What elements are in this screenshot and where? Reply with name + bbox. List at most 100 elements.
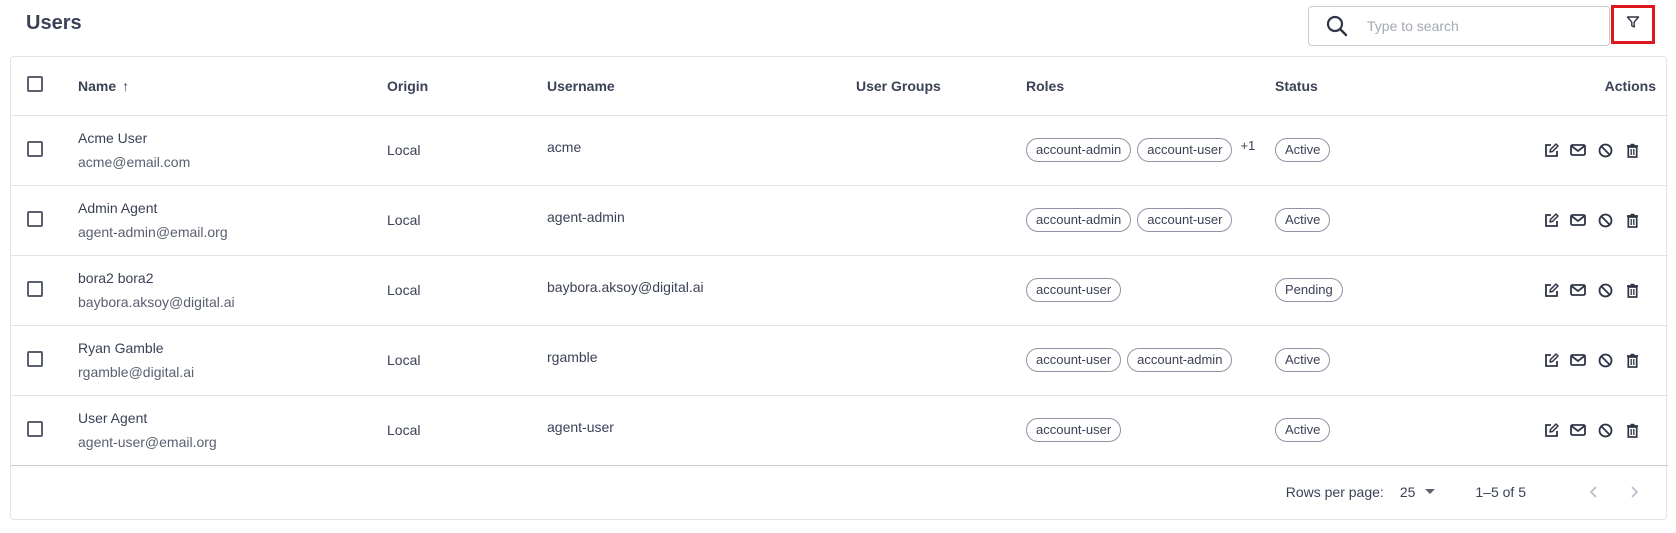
status-badge: Active: [1275, 138, 1331, 162]
rows-per-page-select[interactable]: 25: [1400, 484, 1436, 500]
edit-icon[interactable]: [1543, 422, 1559, 438]
table-row[interactable]: bora2 bora2 baybora.aksoy@digital.ai Loc…: [11, 255, 1668, 326]
user-username: agent-admin: [547, 209, 625, 225]
rows-per-page-value: 25: [1399, 483, 1416, 500]
status-badge: Pending: [1275, 278, 1343, 302]
column-header-user-groups: User Groups: [856, 57, 1026, 116]
table-row[interactable]: Acme User acme@email.com Local acme acco…: [11, 115, 1668, 186]
block-icon[interactable]: [1597, 212, 1613, 228]
role-chip: account-user: [1026, 348, 1122, 372]
user-email: agent-admin@email.org: [78, 224, 228, 240]
user-groups: [856, 185, 1026, 256]
search-box[interactable]: [1308, 6, 1610, 46]
user-email: agent-user@email.org: [78, 434, 217, 450]
delete-icon[interactable]: [1624, 422, 1640, 438]
role-chip: account-admin: [1026, 138, 1132, 162]
status-badge: Active: [1275, 418, 1331, 442]
user-groups: [856, 325, 1026, 396]
role-chip: account-admin: [1127, 348, 1233, 372]
edit-icon[interactable]: [1543, 212, 1559, 228]
user-name: User Agent: [78, 410, 148, 426]
users-table: Name ↑ Origin Username User Groups Roles …: [11, 57, 1668, 466]
mail-icon[interactable]: [1570, 352, 1586, 368]
column-header-name[interactable]: Name ↑: [78, 57, 387, 116]
delete-icon[interactable]: [1624, 142, 1640, 158]
status-badge: Active: [1275, 348, 1331, 372]
pagination: Rows per page: 25 1–5 of 5: [11, 466, 1666, 518]
row-checkbox[interactable]: [27, 280, 43, 297]
pagination-range: 1–5 of 5: [1475, 483, 1526, 500]
role-chip: account-user: [1137, 138, 1233, 162]
table-row[interactable]: Admin Agent agent-admin@email.org Local …: [11, 185, 1668, 256]
block-icon[interactable]: [1597, 422, 1613, 438]
column-header-status: Status: [1275, 57, 1435, 116]
user-origin: Local: [387, 325, 547, 396]
delete-icon[interactable]: [1624, 212, 1640, 228]
user-username: acme: [547, 139, 582, 155]
edit-icon[interactable]: [1543, 142, 1559, 158]
user-roles: account-user: [1026, 395, 1275, 466]
user-email: baybora.aksoy@digital.ai: [78, 294, 235, 310]
user-username: rgamble: [547, 349, 598, 365]
row-actions: [1435, 282, 1668, 298]
caret-down-icon: [1425, 489, 1436, 494]
user-groups: [856, 255, 1026, 326]
block-icon[interactable]: [1597, 142, 1613, 158]
user-roles: account-user: [1026, 255, 1275, 326]
user-origin: Local: [387, 395, 547, 466]
block-icon[interactable]: [1597, 282, 1613, 298]
mail-icon[interactable]: [1570, 212, 1586, 228]
status-badge: Active: [1275, 208, 1331, 232]
delete-icon[interactable]: [1624, 352, 1640, 368]
row-checkbox[interactable]: [27, 420, 43, 437]
rows-per-page-label: Rows per page:: [1285, 483, 1384, 500]
search-icon: [1325, 14, 1349, 38]
user-origin: Local: [387, 255, 547, 326]
role-chip: account-user: [1137, 208, 1233, 232]
filter-icon: [1626, 15, 1640, 34]
users-table-card: Name ↑ Origin Username User Groups Roles …: [10, 56, 1668, 520]
delete-icon[interactable]: [1624, 282, 1640, 298]
role-chip: account-admin: [1026, 208, 1132, 232]
filter-button[interactable]: [1611, 5, 1655, 44]
table-row[interactable]: Ryan Gamble rgamble@digital.ai Local rga…: [11, 325, 1668, 396]
row-actions: [1435, 212, 1668, 228]
previous-page-button[interactable]: [1584, 482, 1604, 502]
row-actions: [1435, 142, 1668, 158]
select-all-checkbox[interactable]: [27, 76, 43, 93]
user-name: Admin Agent: [78, 200, 158, 216]
user-username: baybora.aksoy@digital.ai: [547, 279, 704, 295]
sort-ascending-icon: ↑: [122, 77, 130, 94]
search-input[interactable]: [1367, 18, 1597, 34]
edit-icon[interactable]: [1543, 352, 1559, 368]
page-title: Users: [26, 12, 82, 34]
user-email: rgamble@digital.ai: [78, 364, 195, 380]
mail-icon[interactable]: [1570, 282, 1586, 298]
row-checkbox[interactable]: [27, 350, 43, 367]
row-checkbox[interactable]: [27, 210, 43, 227]
role-chip: account-user: [1026, 418, 1122, 442]
user-roles: account-user account-admin: [1026, 325, 1275, 396]
user-username: agent-user: [547, 419, 614, 435]
mail-icon[interactable]: [1570, 422, 1586, 438]
row-actions: [1435, 352, 1668, 368]
role-chip: account-user: [1026, 278, 1122, 302]
user-name: Acme User: [78, 130, 148, 146]
block-icon[interactable]: [1597, 352, 1613, 368]
row-checkbox[interactable]: [27, 140, 43, 157]
next-page-button[interactable]: [1624, 482, 1644, 502]
edit-icon[interactable]: [1543, 282, 1559, 298]
column-header-username: Username: [547, 57, 856, 116]
table-row[interactable]: User Agent agent-user@email.org Local ag…: [11, 395, 1668, 466]
user-roles: account-admin account-user +1: [1026, 115, 1275, 186]
chevron-right-icon: [1631, 485, 1639, 498]
user-email: acme@email.com: [78, 154, 191, 170]
mail-icon[interactable]: [1570, 142, 1586, 158]
user-roles: account-admin account-user: [1026, 185, 1275, 256]
more-roles-count[interactable]: +1: [1240, 138, 1255, 153]
column-label: Name: [78, 77, 117, 94]
column-header-actions: Actions: [1435, 57, 1668, 116]
user-name: bora2 bora2: [78, 270, 154, 286]
user-origin: Local: [387, 185, 547, 256]
user-groups: [856, 395, 1026, 466]
